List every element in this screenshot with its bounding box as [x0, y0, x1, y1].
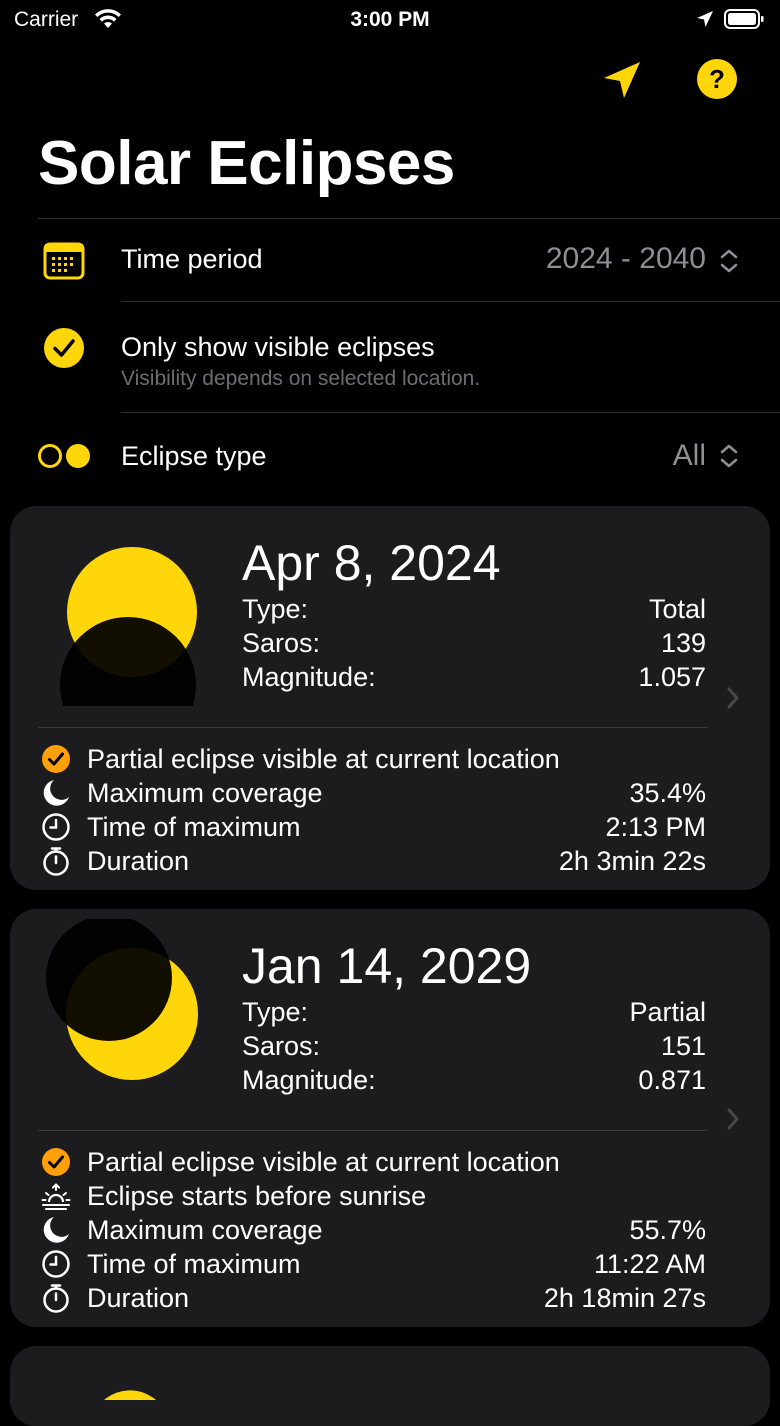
time-period-row[interactable]: Time period 2024 - 2040 — [0, 220, 780, 302]
type-value: Partial — [629, 997, 706, 1027]
chevron-right-icon — [727, 1108, 739, 1130]
magnitude-value: 0.871 — [638, 1065, 706, 1095]
type-label: Type: — [242, 594, 309, 624]
saros-label: Saros: — [242, 628, 321, 658]
eclipse-card[interactable]: Jan 14, 2029 Type: Partial Saros: 151 Ma… — [10, 909, 770, 1327]
battery-icon — [724, 9, 764, 29]
calendar-icon — [43, 242, 85, 280]
eclipse-type-row[interactable]: Eclipse type All — [0, 413, 780, 497]
eclipse-card[interactable]: Apr 8, 2024 Type: Total Saros: 139 Magni… — [10, 506, 770, 890]
type-value: Total — [648, 594, 706, 624]
moon-icon — [43, 780, 69, 806]
eclipse-date: Apr 8, 2024 — [242, 535, 501, 591]
saros-label: Saros: — [242, 1031, 321, 1061]
partial-eclipse-icon — [46, 919, 198, 1080]
help-button[interactable]: ? — [697, 59, 737, 99]
saros-value: 139 — [660, 628, 706, 658]
time-max-label: Time of maximum — [87, 812, 301, 842]
sunrise-label: Eclipse starts before sunrise — [87, 1181, 427, 1211]
chevron-up-down-icon — [720, 444, 738, 468]
visibility-label: Partial eclipse visible at current locat… — [87, 744, 560, 774]
coverage-value: 55.7% — [629, 1215, 706, 1245]
eclipse-type-value[interactable]: All — [673, 439, 706, 473]
location-arrow-icon[interactable] — [600, 58, 644, 102]
time-max-label: Time of maximum — [87, 1249, 301, 1279]
location-services-icon — [697, 11, 713, 27]
checkmark-circle-icon[interactable] — [43, 327, 85, 369]
visible-only-label: Only show visible eclipses — [121, 332, 435, 362]
stopwatch-icon — [43, 847, 69, 876]
saros-value: 151 — [660, 1031, 706, 1061]
magnitude-label: Magnitude: — [242, 1065, 376, 1095]
time-period-label: Time period — [121, 244, 263, 274]
sunrise-icon — [41, 1183, 71, 1210]
coverage-label: Maximum coverage — [87, 1215, 323, 1245]
eclipse-type-icon — [38, 444, 90, 468]
checkmark-circle-icon — [42, 1148, 70, 1176]
eclipse-card[interactable] — [10, 1346, 770, 1426]
eclipse-icon — [104, 1390, 156, 1400]
page-title: Solar Eclipses — [38, 129, 455, 198]
clock-icon — [42, 813, 70, 841]
type-label: Type: — [242, 997, 309, 1027]
duration-value: 2h 18min 27s — [543, 1283, 706, 1313]
duration-label: Duration — [87, 846, 190, 876]
time-period-value[interactable]: 2024 - 2040 — [546, 242, 706, 276]
help-icon: ? — [709, 64, 725, 94]
eclipse-type-label: Eclipse type — [121, 441, 267, 471]
checkmark-circle-icon — [42, 745, 70, 773]
chevron-right-icon — [727, 687, 739, 709]
status-time: 3:00 PM — [350, 8, 430, 31]
visibility-label: Partial eclipse visible at current locat… — [87, 1147, 560, 1177]
clock-icon — [42, 1250, 70, 1278]
eclipse-date: Jan 14, 2029 — [242, 938, 532, 994]
coverage-value: 35.4% — [629, 778, 706, 808]
time-max-value: 2:13 PM — [605, 812, 706, 842]
visible-only-sub: Visibility depends on selected location. — [121, 367, 481, 390]
card-divider — [38, 727, 708, 728]
duration-label: Duration — [87, 1283, 190, 1313]
title-divider — [38, 218, 780, 219]
coverage-label: Maximum coverage — [87, 778, 323, 808]
stopwatch-icon — [43, 1284, 69, 1313]
visible-only-row[interactable]: Only show visible eclipses Visibility de… — [0, 302, 780, 412]
magnitude-label: Magnitude: — [242, 662, 376, 692]
time-max-value: 11:22 AM — [593, 1249, 706, 1279]
moon-icon — [43, 1217, 69, 1243]
chevron-up-down-icon — [720, 249, 738, 273]
magnitude-value: 1.057 — [638, 662, 706, 692]
total-eclipse-icon — [60, 547, 197, 706]
card-divider — [38, 1130, 708, 1131]
status-bar: Carrier 3:00 PM — [0, 0, 780, 40]
duration-value: 2h 3min 22s — [558, 846, 706, 876]
